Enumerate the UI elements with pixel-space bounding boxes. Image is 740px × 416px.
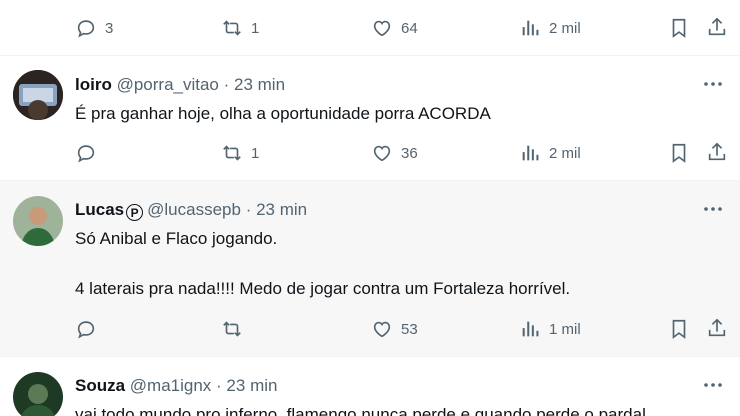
repost-count: 1 xyxy=(251,19,260,37)
tweet[interactable]: Lucas P @lucassepb · 23 min Só Anibal e Fl… xyxy=(0,181,740,356)
views-count: 2 mil xyxy=(549,144,581,162)
views-count: 1 mil xyxy=(549,320,581,338)
repost-count: 1 xyxy=(251,144,260,162)
reply-button[interactable] xyxy=(75,141,105,165)
reply-icon xyxy=(77,145,95,163)
more-icon xyxy=(704,383,722,387)
palmeiras-badge-icon: P xyxy=(126,204,144,221)
bookmark-icon xyxy=(672,18,686,38)
reply-button[interactable]: 3 xyxy=(75,16,113,40)
display-name[interactable]: loiro xyxy=(75,75,112,94)
bookmark-icon xyxy=(672,143,686,163)
repost-button[interactable] xyxy=(221,317,251,341)
timestamp[interactable]: · 23 min xyxy=(216,376,277,395)
repost-icon xyxy=(223,321,241,337)
like-button[interactable]: 53 xyxy=(371,317,418,341)
bookmark-button[interactable] xyxy=(668,318,690,345)
share-icon xyxy=(708,17,726,36)
like-icon xyxy=(373,321,391,338)
tweet-text: É pra ganhar hoje, olha a oportunidade p… xyxy=(75,104,491,123)
tweet[interactable]: loiro @porra_vitao · 23 min É pra ganhar… xyxy=(0,56,740,180)
bookmark-button[interactable] xyxy=(668,142,690,169)
reply-icon xyxy=(77,321,95,339)
share-icon xyxy=(708,142,726,161)
like-count: 36 xyxy=(401,144,418,162)
more-icon xyxy=(704,82,722,86)
repost-button[interactable]: 1 xyxy=(221,141,259,165)
views-icon xyxy=(522,321,539,337)
reply-icon xyxy=(77,20,95,38)
like-icon xyxy=(373,20,391,37)
tweet[interactable]: Souza @ma1ignx · 23 min vai todo mundo p… xyxy=(0,357,740,416)
display-name[interactable]: Souza xyxy=(75,376,125,395)
like-count: 53 xyxy=(401,320,418,338)
bookmark-icon xyxy=(672,319,686,339)
avatar[interactable] xyxy=(13,372,63,416)
like-button[interactable]: 36 xyxy=(371,141,418,165)
share-button[interactable] xyxy=(706,141,728,168)
share-icon xyxy=(708,318,726,337)
timestamp[interactable]: · 23 min xyxy=(246,200,307,219)
tweet-actions: 1 36 2 mil xyxy=(0,141,740,165)
reply-count: 3 xyxy=(105,19,114,37)
tweet-actions: 3 1 64 2 mil xyxy=(0,16,740,40)
more-icon xyxy=(704,207,722,211)
more-button[interactable] xyxy=(702,375,724,395)
share-button[interactable] xyxy=(706,16,728,43)
reply-button[interactable] xyxy=(75,317,105,341)
share-button[interactable] xyxy=(706,317,728,344)
tweet-header: loiro @porra_vitao · 23 min xyxy=(75,75,285,95)
user-handle[interactable]: @porra_vitao xyxy=(117,75,219,94)
like-button[interactable]: 64 xyxy=(371,16,418,40)
bookmark-button[interactable] xyxy=(668,17,690,44)
views-button[interactable]: 2 mil xyxy=(519,16,581,40)
tweet-text-line: Só Anibal e Flaco jogando. xyxy=(75,229,278,248)
tweet-actions: 53 1 mil xyxy=(0,317,740,341)
avatar[interactable] xyxy=(13,196,63,246)
like-icon xyxy=(373,145,391,162)
views-button[interactable]: 2 mil xyxy=(519,141,581,165)
more-button[interactable] xyxy=(702,74,724,94)
tweet-text-line: 4 laterais pra nada!!!! Medo de jogar co… xyxy=(75,279,571,298)
more-button[interactable] xyxy=(702,199,724,219)
tweet-header: Lucas P @lucassepb · 23 min xyxy=(75,200,307,221)
views-button[interactable]: 1 mil xyxy=(519,317,581,341)
tweet-header: Souza @ma1ignx · 23 min xyxy=(75,376,277,396)
display-name[interactable]: Lucas xyxy=(75,200,124,219)
views-count: 2 mil xyxy=(549,19,581,37)
repost-button[interactable]: 1 xyxy=(221,16,259,40)
like-count: 64 xyxy=(401,19,418,37)
repost-icon xyxy=(223,20,241,36)
user-handle[interactable]: @lucassepb xyxy=(147,200,241,219)
views-icon xyxy=(522,145,539,161)
repost-icon xyxy=(223,145,241,161)
timestamp[interactable]: · 23 min xyxy=(224,75,285,94)
views-icon xyxy=(522,20,539,36)
tweet-text: vai todo mundo pro inferno, flamengo nun… xyxy=(75,405,646,416)
user-handle[interactable]: @ma1ignx xyxy=(130,376,212,395)
avatar[interactable] xyxy=(13,70,63,120)
